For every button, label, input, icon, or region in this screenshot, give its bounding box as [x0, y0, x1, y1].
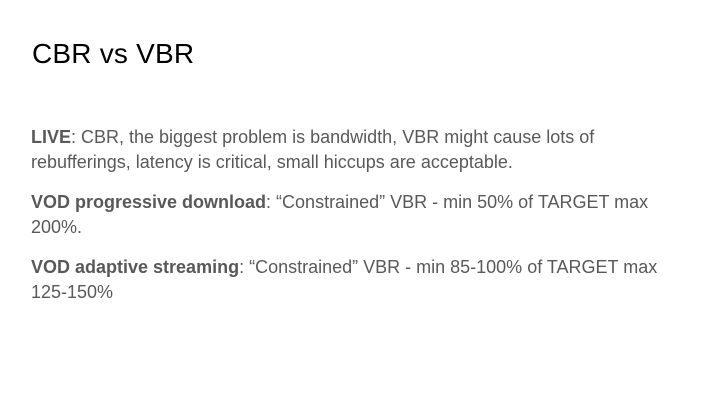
paragraph-live: LIVE: CBR, the biggest problem is bandwi… — [31, 125, 691, 174]
slide-title: CBR vs VBR — [32, 38, 195, 69]
paragraph-text: : CBR, the biggest problem is bandwidth,… — [31, 127, 595, 172]
slide-body: LIVE: CBR, the biggest problem is bandwi… — [31, 125, 691, 320]
slide: CBR vs VBR LIVE: CBR, the biggest proble… — [0, 0, 720, 405]
paragraph-label: VOD progressive download — [31, 192, 267, 212]
paragraph-label: LIVE — [31, 127, 72, 147]
paragraph-vod-progressive-download: VOD progressive download: “Constrained” … — [31, 190, 691, 239]
paragraph-label: VOD adaptive streaming — [31, 257, 240, 277]
paragraph-vod-adaptive-streaming: VOD adaptive streaming: “Constrained” VB… — [31, 255, 691, 304]
